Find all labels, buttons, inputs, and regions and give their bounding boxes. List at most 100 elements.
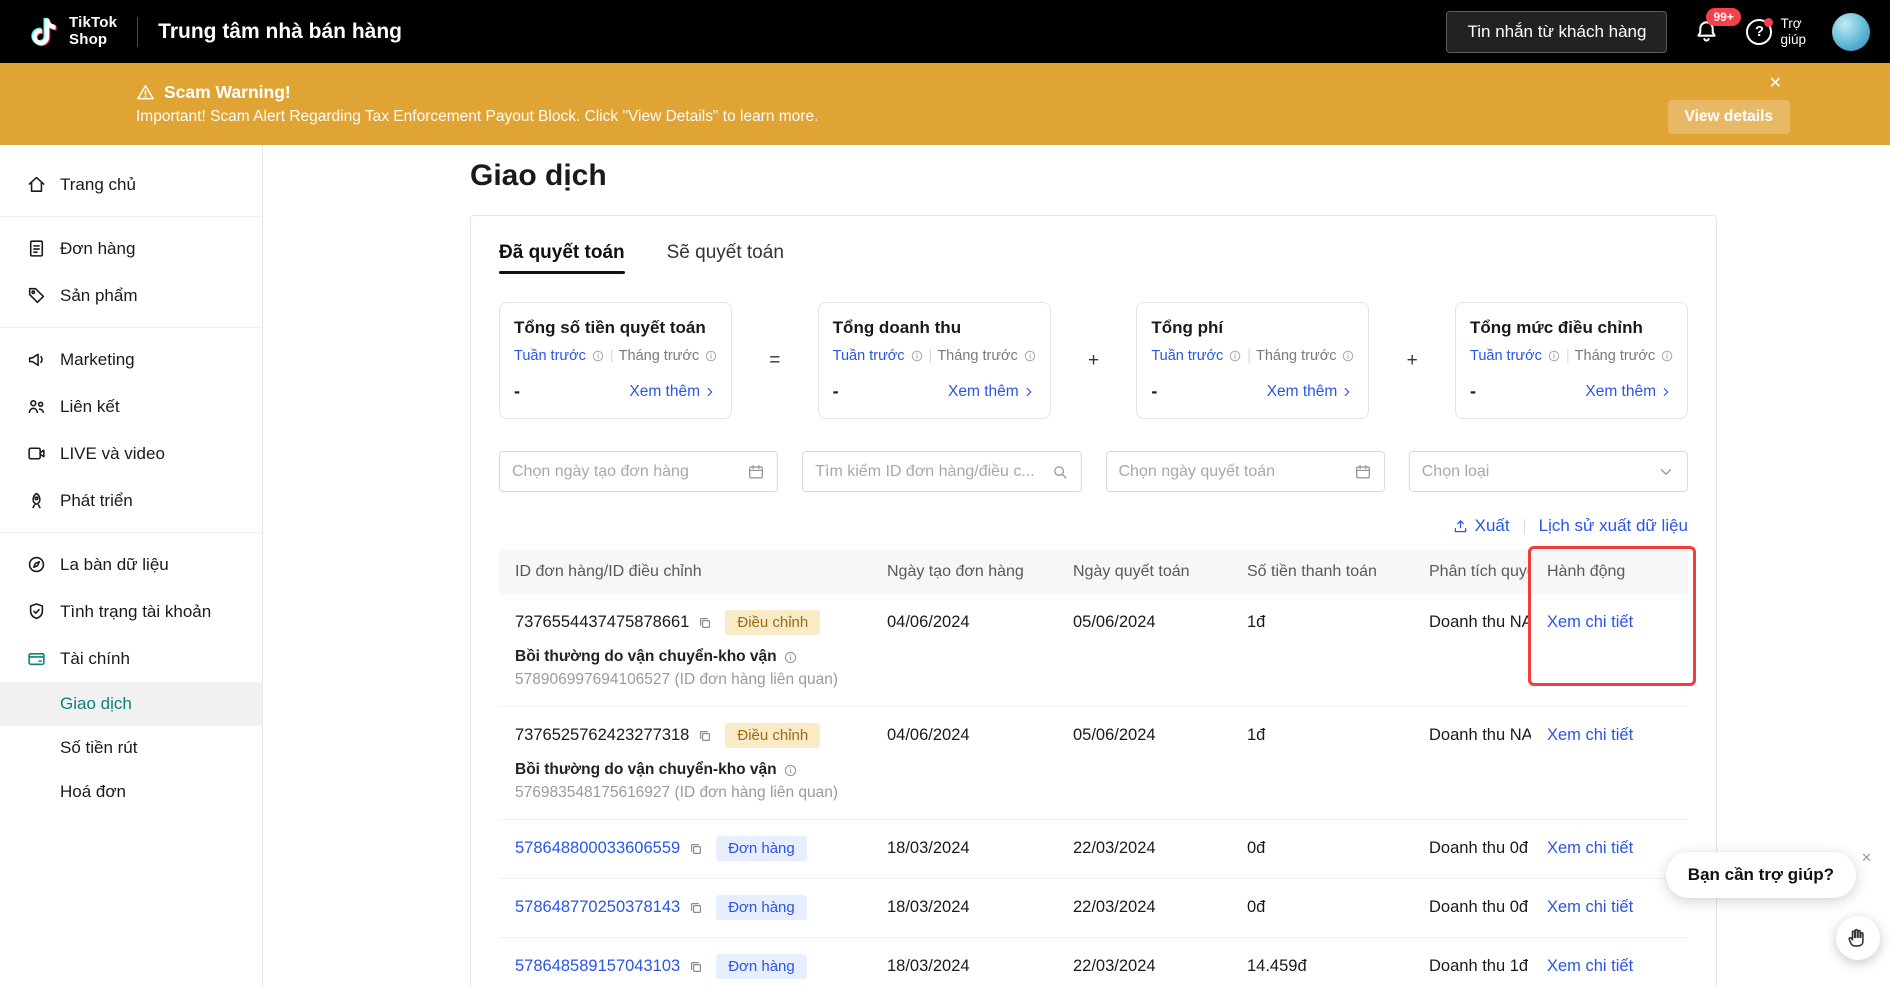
payment-amount: 1đ [1247, 613, 1265, 632]
info-icon[interactable] [1341, 349, 1355, 363]
rocket-icon [26, 490, 47, 511]
column-header-analysis: Phân tích quyế [1413, 563, 1531, 581]
view-details-link[interactable]: Xem chi tiết [1547, 898, 1633, 916]
info-icon[interactable] [783, 763, 798, 778]
avatar[interactable] [1832, 13, 1870, 51]
logo-wordmark: TikTok Shop [69, 15, 117, 48]
sidebar-item-finance[interactable]: Tài chính [0, 635, 262, 682]
sidebar-item-live-video[interactable]: LIVE và video [0, 430, 262, 477]
sidebar-item-transactions[interactable]: Giao dịch [0, 682, 262, 726]
info-icon[interactable] [1023, 349, 1037, 363]
id-cell: 7376554437475878661 Điều chỉnh [499, 610, 871, 635]
summary-card-title: Tổng doanh thu [833, 318, 1036, 338]
info-icon[interactable] [704, 349, 718, 363]
tiktok-note-icon [28, 16, 60, 48]
calendar-icon[interactable] [747, 463, 765, 481]
order-id-link[interactable]: 578648800033606559 [515, 839, 680, 858]
tab-settled[interactable]: Đã quyết toán [499, 242, 625, 274]
app-title: Trung tâm nhà bán hàng [158, 20, 402, 44]
see-more-link[interactable]: Xem thêm [629, 383, 717, 401]
settled-date: 22/03/2024 [1057, 839, 1231, 858]
see-more-link[interactable]: Xem thêm [948, 383, 1036, 401]
period-last-month[interactable]: Tháng trước [1256, 348, 1336, 364]
sidebar-item-products[interactable]: Sản phẩm [0, 272, 262, 319]
order-date-input[interactable] [512, 463, 739, 481]
settle-date-filter[interactable] [1106, 451, 1385, 492]
period-last-week[interactable]: Tuần trước [833, 348, 905, 364]
sidebar-item-affiliate[interactable]: Liên kết [0, 383, 262, 430]
info-icon[interactable] [1547, 349, 1561, 363]
products-icon [26, 285, 47, 306]
table-row: 578648770250378143 Đơn hàng 18/03/2024 2… [499, 879, 1688, 938]
see-more-link[interactable]: Xem thêm [1585, 383, 1673, 401]
help-bubble-text: Bạn cần trợ giúp? [1688, 865, 1834, 884]
notification-badge: 99+ [1706, 8, 1740, 26]
payment-amount: 1đ [1247, 726, 1265, 745]
view-details-button[interactable]: View details [1668, 100, 1790, 134]
info-icon[interactable] [1228, 349, 1242, 363]
settled-date: 22/03/2024 [1057, 957, 1231, 976]
info-icon[interactable] [591, 349, 605, 363]
sidebar-item-marketing[interactable]: Marketing [0, 336, 262, 383]
settlement-analysis: Doanh thu NA [1413, 726, 1531, 745]
video-icon [26, 443, 47, 464]
banner-title: Scam Warning! [164, 82, 291, 103]
order-id-link[interactable]: 578648589157043103 [515, 957, 680, 976]
view-details-link[interactable]: Xem chi tiết [1547, 839, 1633, 857]
adjustment-detail: Bồi thường do vận chuyển-kho vận 5789069… [499, 648, 1688, 689]
export-button[interactable]: Xuất [1452, 516, 1510, 536]
view-details-link[interactable]: Xem chi tiết [1547, 957, 1633, 975]
tiktok-shop-logo[interactable]: TikTok Shop [28, 15, 117, 48]
summary-value: - [514, 381, 520, 402]
period-last-month[interactable]: Tháng trước [937, 348, 1017, 364]
view-details-link[interactable]: Xem chi tiết [1547, 613, 1633, 631]
related-order-id: 578906997694106527 (ID đơn hàng liên qua… [515, 671, 1688, 689]
info-icon[interactable] [1660, 349, 1674, 363]
period-last-week[interactable]: Tuần trước [514, 348, 586, 364]
sidebar-item-account-health[interactable]: Tình trạng tài khoản [0, 588, 262, 635]
sidebar-item-data-compass[interactable]: La bàn dữ liệu [0, 541, 262, 588]
payment-amount: 14.459đ [1247, 957, 1307, 976]
bubble-close-icon[interactable]: ✕ [1861, 850, 1872, 866]
see-more-link[interactable]: Xem thêm [1267, 383, 1355, 401]
order-date-filter[interactable] [499, 451, 778, 492]
type-select[interactable]: Chọn loại [1409, 451, 1688, 492]
notifications-button[interactable]: 99+ [1693, 18, 1720, 45]
id-cell: 578648800033606559 Đơn hàng [499, 836, 871, 861]
copy-icon[interactable] [697, 728, 713, 744]
sidebar-item-withdrawals[interactable]: Số tiền rút [0, 726, 262, 770]
table-row: 7376554437475878661 Điều chỉnh 04/06/202… [499, 594, 1688, 707]
copy-icon[interactable] [688, 841, 704, 857]
tab-to-settle[interactable]: Sẽ quyết toán [667, 242, 784, 274]
sidebar-item-invoices[interactable]: Hoá đơn [0, 770, 262, 814]
settle-date-input[interactable] [1119, 463, 1346, 481]
period-last-month[interactable]: Tháng trước [619, 348, 699, 364]
search-input[interactable] [815, 463, 1042, 481]
export-history-link[interactable]: Lịch sử xuất dữ liệu [1539, 516, 1688, 536]
plus-operator: + [1369, 350, 1455, 372]
search-filter[interactable] [802, 451, 1081, 492]
view-details-link[interactable]: Xem chi tiết [1547, 726, 1633, 744]
search-icon[interactable] [1051, 463, 1069, 481]
info-icon[interactable] [910, 349, 924, 363]
order-id-link[interactable]: 578648770250378143 [515, 898, 680, 917]
customer-messages-button[interactable]: Tin nhắn từ khách hàng [1446, 11, 1667, 53]
summary-card-title: Tổng số tiền quyết toán [514, 318, 717, 338]
info-icon[interactable] [783, 650, 798, 665]
sidebar-item-orders[interactable]: Đơn hàng [0, 225, 262, 272]
help-floating-button[interactable] [1836, 916, 1880, 960]
sidebar-item-home[interactable]: Trang chủ [0, 161, 262, 208]
banner-close-icon[interactable]: ✕ [1769, 76, 1782, 92]
copy-icon[interactable] [688, 900, 704, 916]
period-last-week[interactable]: Tuần trước [1151, 348, 1223, 364]
sidebar-item-growth[interactable]: Phát triển [0, 477, 262, 524]
summary-card-total-fees: Tổng phí Tuần trước | Tháng trước - Xem … [1136, 302, 1369, 419]
period-last-week[interactable]: Tuần trước [1470, 348, 1542, 364]
help-button[interactable]: ? Trợ giúp [1746, 16, 1806, 47]
copy-icon[interactable] [697, 615, 713, 631]
copy-icon[interactable] [688, 959, 704, 975]
period-last-month[interactable]: Tháng trước [1575, 348, 1655, 364]
calendar-icon[interactable] [1354, 463, 1372, 481]
order-badge: Đơn hàng [716, 836, 807, 861]
hand-icon [1846, 926, 1870, 950]
